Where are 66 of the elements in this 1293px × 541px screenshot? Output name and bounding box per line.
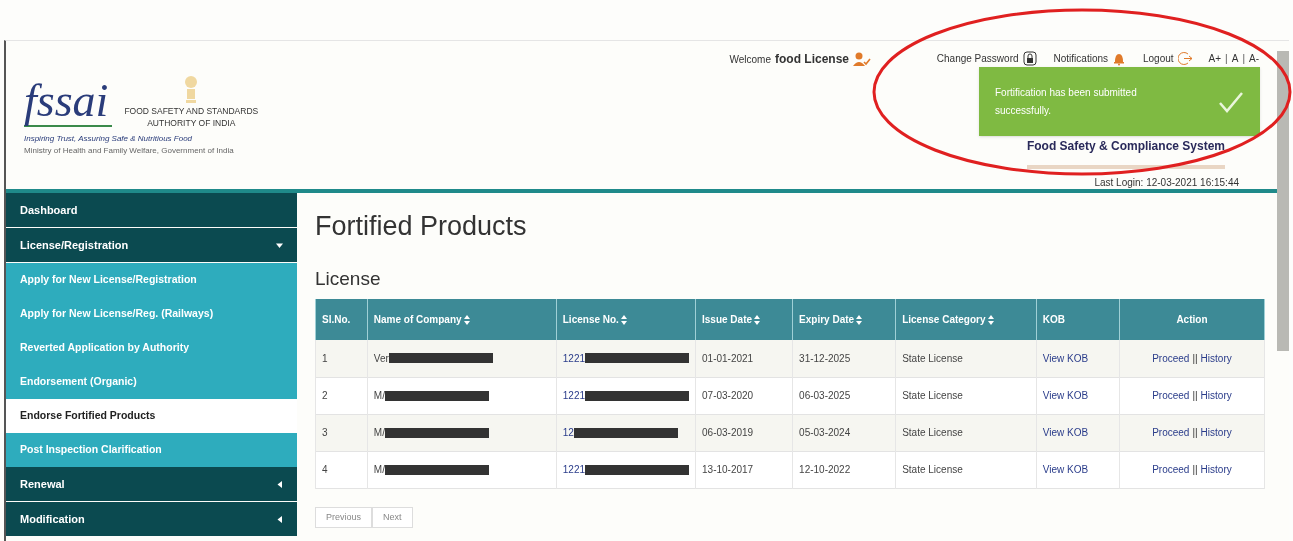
table-cell-text: Ver [373, 351, 389, 366]
action-link[interactable]: History [1200, 464, 1232, 475]
license-link[interactable]: 12 [562, 425, 574, 440]
table-cell: 2 [322, 390, 328, 401]
sidebar-item[interactable]: License/Registration [6, 228, 297, 262]
table-cell: 01-01-2021 [702, 352, 754, 364]
action-link[interactable]: Proceed [1152, 464, 1190, 475]
sidebar-item[interactable]: Dashboard [6, 193, 297, 227]
pagination-button[interactable]: Previous [315, 506, 372, 528]
license-link[interactable]: 1221 [562, 388, 585, 403]
view-kob-link[interactable]: View KOB [1042, 352, 1089, 364]
action-link[interactable]: Proceed [1152, 427, 1190, 438]
table-cell: 1 [322, 352, 328, 364]
separator-text: || [1192, 390, 1198, 401]
last-login: Last Login: 12-03-2021 16:15:44 [1094, 177, 1239, 188]
user-name: food License [775, 51, 849, 68]
table-cell-text: M/ [373, 463, 385, 477]
table-cell: 31-12-2025 [799, 352, 851, 364]
table-cell: 13-10-2017 [702, 464, 754, 475]
separator-text: | [1225, 52, 1228, 66]
separator-text: || [1192, 352, 1198, 364]
license-link[interactable]: 1221 [562, 350, 585, 366]
header-link[interactable]: Notifications [1053, 51, 1127, 66]
view-kob-link[interactable]: View KOB [1042, 390, 1089, 401]
view-kob-link[interactable]: View KOB [1042, 427, 1089, 438]
section-title: License [315, 267, 382, 291]
sidebar-item[interactable]: Modification [6, 502, 297, 536]
font-size-link[interactable]: A+ [1208, 51, 1222, 66]
toast-message: Fortification has been submitted successfully. [995, 85, 1138, 118]
action-link[interactable]: Proceed [1152, 390, 1190, 401]
action-link[interactable]: History [1200, 390, 1232, 401]
table-cell: 12-10-2022 [799, 464, 851, 475]
table-cell: 05-03-2024 [799, 427, 851, 438]
license-link[interactable]: 1221 [562, 462, 585, 477]
separator-text: || [1192, 464, 1198, 475]
page-title: Fortified Products [315, 210, 528, 243]
welcome-text: Welcome [729, 52, 771, 67]
tagline: Inspiring Trust, Assuring Safe & Nutritious Food [24, 133, 194, 145]
ministry-text: Ministry of Health and Family Welfare, Government of India [24, 145, 235, 157]
table-cell-text: M/ [373, 389, 385, 403]
table-cell-text: M/ [373, 426, 385, 440]
table-cell: State License [902, 427, 963, 438]
font-size-link[interactable]: A [1231, 51, 1239, 66]
table-cell: 4 [322, 464, 328, 475]
font-size-link[interactable]: A- [1249, 51, 1259, 66]
separator-text: | [1242, 52, 1245, 66]
table-cell: 07-03-2020 [702, 390, 754, 401]
sidebar-item[interactable]: Renewal [6, 467, 297, 501]
table-cell: State License [902, 352, 963, 364]
pagination-button[interactable]: Next [372, 506, 413, 528]
action-link[interactable]: Proceed [1152, 352, 1190, 364]
sidebar-subitem[interactable]: Endorse Fortified Products [6, 399, 297, 433]
table-cell: 3 [322, 427, 328, 438]
table-cell: 06-03-2025 [799, 390, 851, 401]
header-link[interactable]: Change Password [936, 51, 1038, 66]
separator-text: || [1192, 427, 1198, 438]
action-link[interactable]: History [1200, 352, 1232, 364]
action-link[interactable]: History [1200, 427, 1232, 438]
org-name: AUTHORITY OF INDIA [147, 117, 236, 129]
table-cell: 06-03-2019 [702, 427, 754, 438]
org-name: FOOD SAFETY AND STANDARDS [124, 105, 259, 117]
view-kob-link[interactable]: View KOB [1042, 464, 1089, 475]
header-link[interactable]: Logout [1143, 51, 1193, 66]
fssai-logo: fssai [24, 77, 113, 127]
table-cell: State License [902, 464, 963, 475]
table-cell: State License [902, 390, 963, 401]
